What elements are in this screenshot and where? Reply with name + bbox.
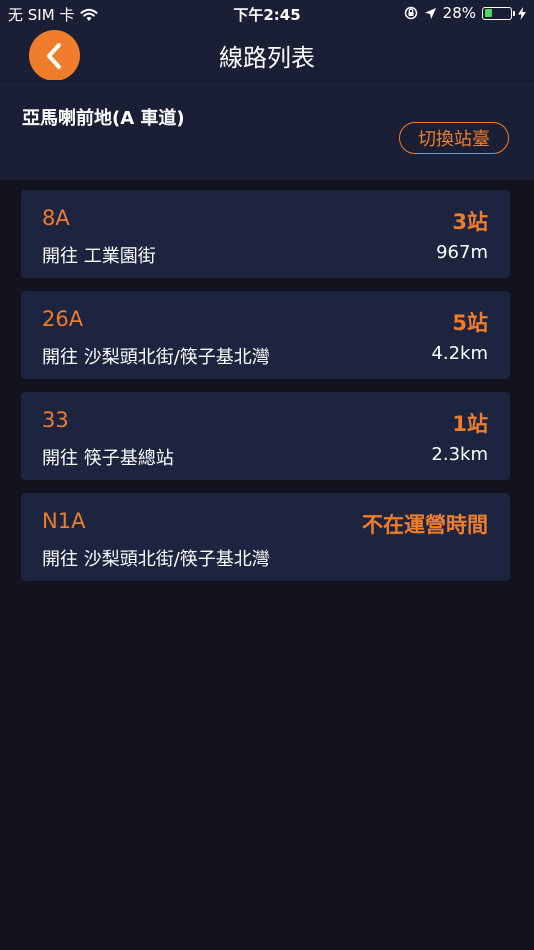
route-number: 26A bbox=[42, 307, 84, 331]
route-destination: 開往 筷子基總站 bbox=[42, 448, 174, 469]
route-stops-away: 5站 bbox=[452, 311, 488, 335]
route-distance: 2.3km bbox=[431, 444, 488, 465]
route-card[interactable]: 33 1站 開往 筷子基總站 2.3km bbox=[21, 392, 510, 480]
route-number: N1A bbox=[42, 509, 86, 533]
route-card[interactable]: N1A 不在運營時間 開往 沙梨頭北街/筷子基北灣 bbox=[21, 493, 510, 581]
route-destination: 開往 工業園街 bbox=[42, 246, 156, 267]
route-card[interactable]: 8A 3站 開往 工業園街 967m bbox=[21, 190, 510, 278]
stop-name: 亞馬喇前地(A 車道) bbox=[22, 108, 185, 129]
route-number: 33 bbox=[42, 408, 69, 432]
route-status: 不在運營時間 bbox=[362, 513, 488, 537]
route-stops-away: 3站 bbox=[452, 210, 488, 234]
route-distance: 967m bbox=[436, 242, 488, 263]
switch-platform-button[interactable]: 切換站臺 bbox=[399, 122, 509, 154]
battery-percent: 28% bbox=[442, 4, 476, 22]
status-bar: 无 SIM 卡 下午2:45 28% bbox=[0, 0, 534, 28]
navigation-bar: 線路列表 bbox=[0, 28, 534, 81]
header-divider bbox=[0, 80, 534, 82]
route-distance: 4.2km bbox=[431, 343, 488, 364]
route-card[interactable]: 26A 5站 開往 沙梨頭北街/筷子基北灣 4.2km bbox=[21, 291, 510, 379]
charging-bolt-icon bbox=[518, 6, 526, 20]
battery-icon bbox=[482, 6, 515, 20]
route-destination: 開往 沙梨頭北街/筷子基北灣 bbox=[42, 347, 270, 368]
status-right: 28% bbox=[398, 4, 526, 22]
route-destination: 開往 沙梨頭北街/筷子基北灣 bbox=[42, 549, 270, 570]
route-stops-away: 1站 bbox=[452, 412, 488, 436]
battery-cap bbox=[513, 10, 515, 16]
location-arrow-icon bbox=[424, 7, 436, 19]
route-number: 8A bbox=[42, 206, 70, 230]
rotation-lock-icon bbox=[404, 6, 417, 20]
route-list: 8A 3站 開往 工業園街 967m 26A 5站 開往 沙梨頭北街/筷子基北灣… bbox=[21, 190, 510, 594]
page-title: 線路列表 bbox=[219, 44, 315, 72]
battery-fill bbox=[484, 9, 492, 17]
